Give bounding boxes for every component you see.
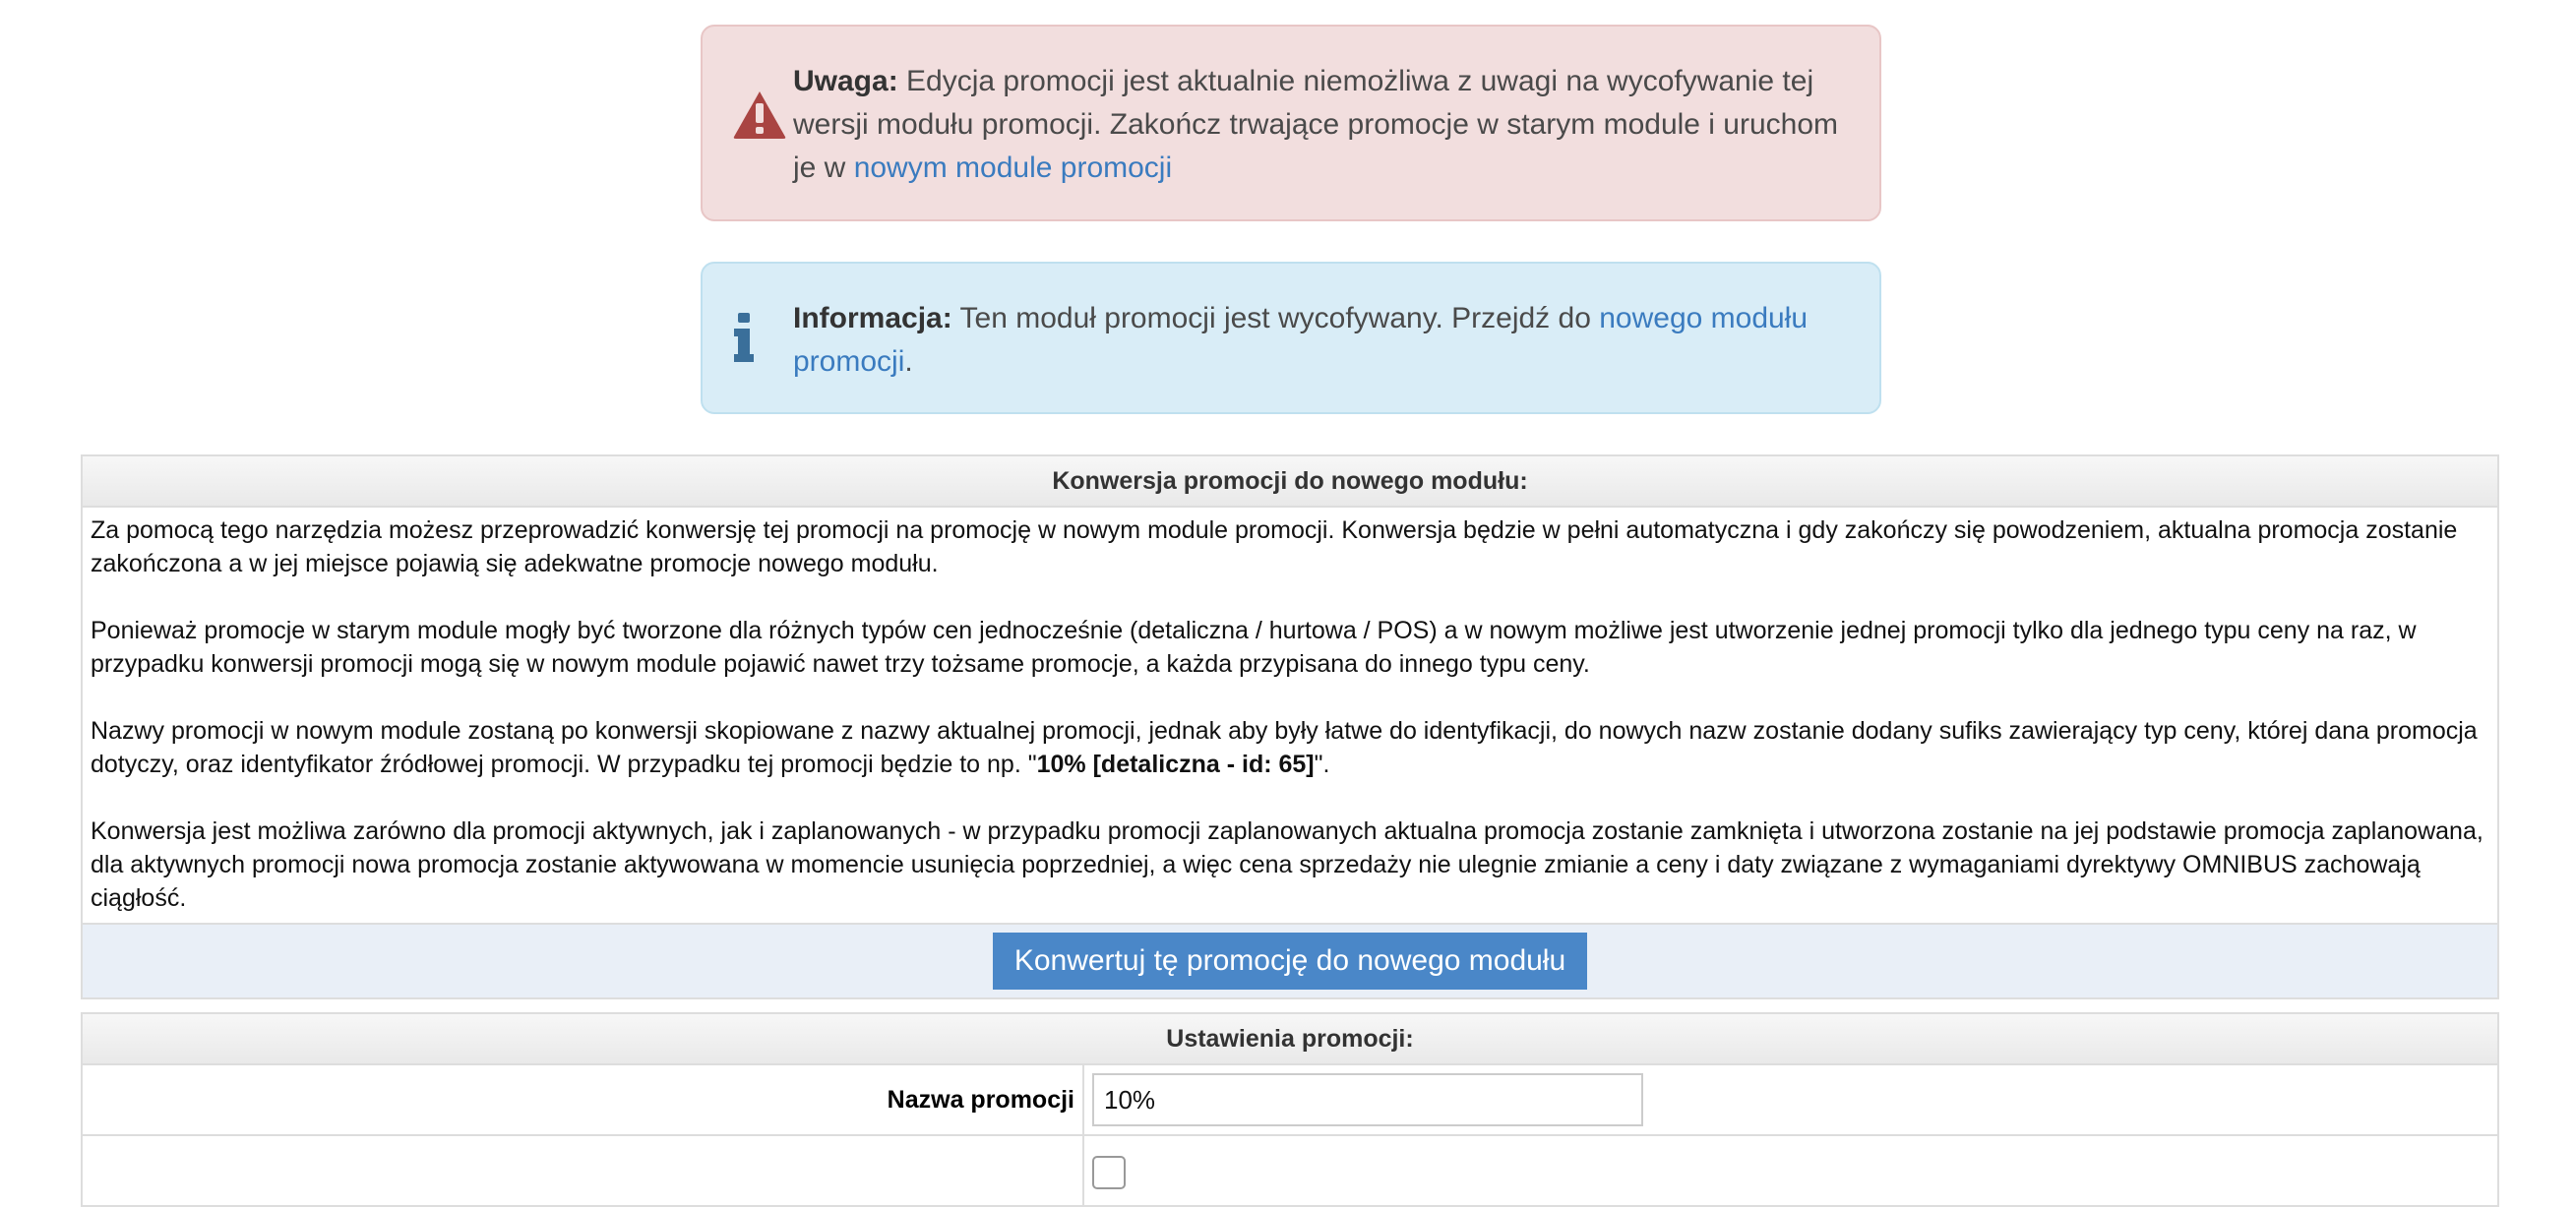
- conversion-paragraph-3: Nazwy promocji w nowym module zostaną po…: [91, 714, 2489, 781]
- settings-title: Ustawienia promocji:: [81, 1012, 2499, 1065]
- info-prefix: Informacja:: [793, 302, 952, 334]
- info-icon: [732, 313, 756, 375]
- info-alert: Informacja: Ten moduł promocji jest wyco…: [701, 262, 1881, 414]
- info-message: Informacja: Ten moduł promocji jest wyco…: [793, 297, 1840, 384]
- conversion-description: Za pomocą tego narzędzia możesz przeprow…: [81, 506, 2499, 925]
- settings-row-label: [81, 1134, 1084, 1207]
- info-text: Ten moduł promocji jest wycofywany. Prze…: [951, 302, 1600, 334]
- promotion-name-label: Nazwa promocji: [81, 1063, 1084, 1136]
- conversion-paragraph-1: Za pomocą tego narzędzia możesz przeprow…: [91, 516, 2458, 577]
- warning-message: Uwaga: Edycja promocji jest aktualnie ni…: [793, 60, 1840, 190]
- conversion-paragraph-4: Konwersja jest możliwa zarówno dla promo…: [91, 817, 2484, 912]
- settings-checkbox[interactable]: [1092, 1155, 1126, 1189]
- convert-promotion-button[interactable]: Konwertuj tę promocję do nowego modułu: [992, 933, 1588, 990]
- conversion-p3-end: ".: [1314, 751, 1330, 778]
- info-suffix: .: [904, 345, 913, 378]
- conversion-name-example: 10% [detaliczna - id: 65]: [1036, 751, 1315, 778]
- settings-panel: Ustawienia promocji: Nazwa promocji: [81, 1012, 2499, 1207]
- promotion-name-cell: [1082, 1063, 2499, 1136]
- warning-alert: Uwaga: Edycja promocji jest aktualnie ni…: [701, 25, 1881, 221]
- warning-prefix: Uwaga:: [793, 65, 898, 97]
- warning-triangle-icon: [732, 90, 787, 153]
- conversion-panel: Konwersja promocji do nowego modułu: Za …: [81, 454, 2499, 999]
- conversion-button-row: Konwertuj tę promocję do nowego modułu: [81, 923, 2499, 999]
- promotion-name-input[interactable]: [1092, 1073, 1643, 1126]
- conversion-title: Konwersja promocji do nowego modułu:: [81, 454, 2499, 508]
- conversion-paragraph-2: Ponieważ promocje w starym module mogły …: [91, 617, 2417, 678]
- settings-row-cell: [1082, 1134, 2499, 1207]
- new-module-link[interactable]: nowym module promocji: [854, 151, 1172, 184]
